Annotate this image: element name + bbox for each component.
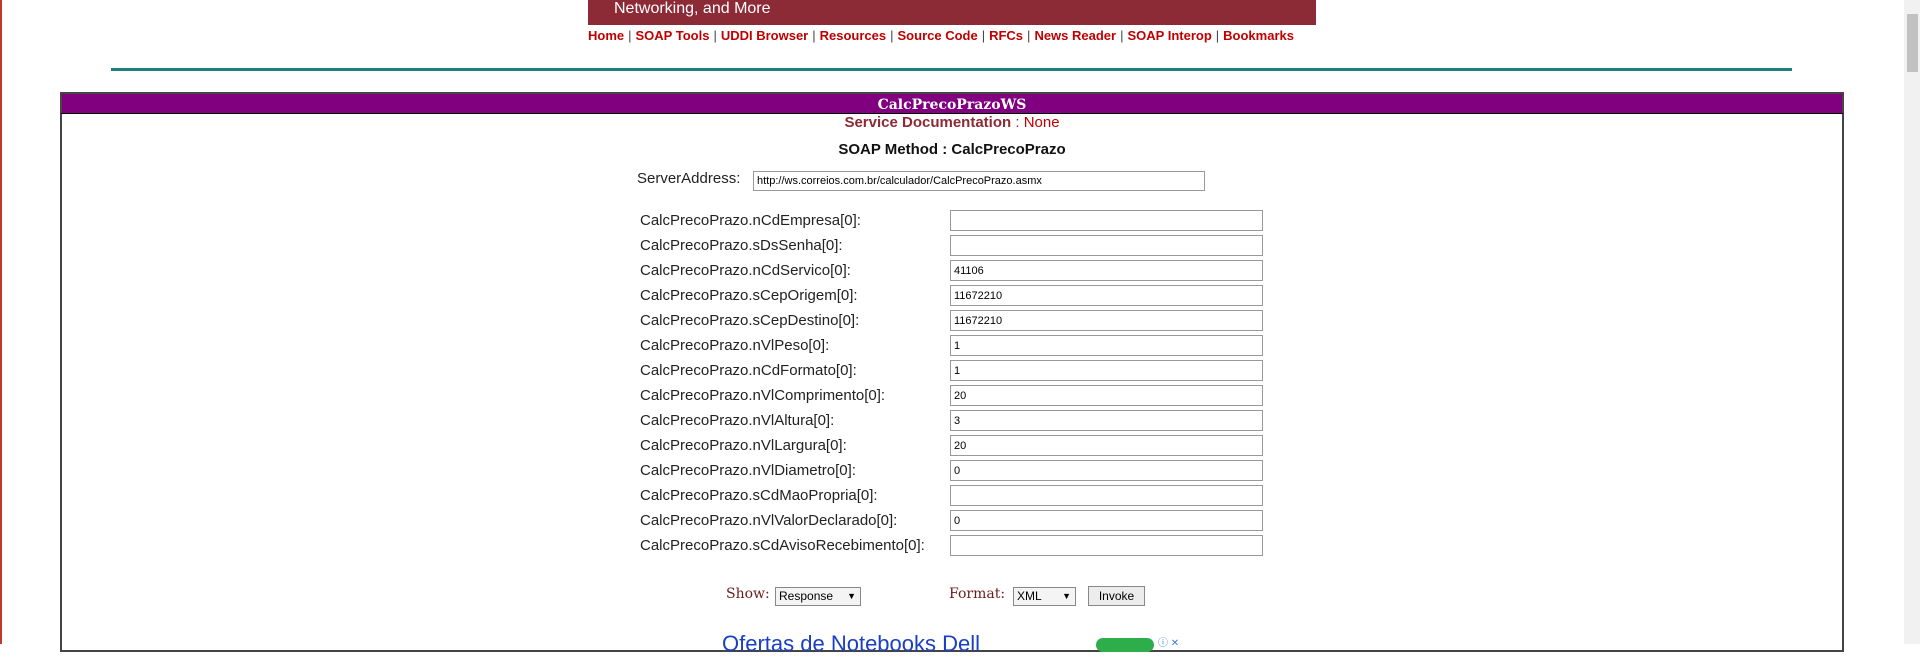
- scrollbar-thumb[interactable]: [1907, 14, 1918, 72]
- parameter-input[interactable]: [950, 210, 1263, 231]
- nav-separator: |: [981, 28, 986, 43]
- parameter-input[interactable]: [950, 310, 1263, 331]
- show-select-value: Response: [779, 589, 834, 603]
- top-navigation: Home | SOAP Tools | UDDI Browser | Resources | S…: [588, 28, 1316, 43]
- parameter-label: CalcPrecoPrazo.nVlLargura[0]:: [640, 437, 847, 454]
- show-select[interactable]: Response ▼: [775, 587, 861, 606]
- ad-link[interactable]: Ofertas de Notebooks Dell: [722, 631, 980, 657]
- service-documentation-separator: :: [1011, 114, 1024, 131]
- nav-separator: |: [1215, 28, 1220, 43]
- left-border: [0, 0, 2, 644]
- parameter-label: CalcPrecoPrazo.sCepOrigem[0]:: [640, 287, 858, 304]
- parameter-input[interactable]: [950, 535, 1263, 556]
- service-documentation: Service Documentation : None: [0, 114, 1904, 131]
- parameter-label: CalcPrecoPrazo.nVlAltura[0]:: [640, 412, 835, 429]
- format-label: Format:: [949, 586, 1006, 602]
- divider: [111, 68, 1792, 71]
- parameter-input[interactable]: [950, 460, 1263, 481]
- nav-separator: |: [713, 28, 717, 43]
- service-documentation-value: None: [1023, 114, 1060, 131]
- parameter-label: CalcPrecoPrazo.sDsSenha[0]:: [640, 237, 843, 254]
- parameter-input[interactable]: [950, 360, 1263, 381]
- service-title: CalcPrecoPrazoWS: [60, 92, 1844, 114]
- site-banner: Networking, and More: [588, 0, 1316, 25]
- nav-link-uddi-browser[interactable]: UDDI Browser: [721, 28, 808, 43]
- nav-link-resources[interactable]: Resources: [820, 28, 886, 43]
- chevron-down-icon: ▼: [847, 591, 856, 601]
- chevron-down-icon: ▼: [1062, 591, 1071, 601]
- parameter-label: CalcPrecoPrazo.nCdFormato[0]:: [640, 362, 857, 379]
- parameter-label: CalcPrecoPrazo.nVlValorDeclarado[0]:: [640, 512, 898, 529]
- nav-separator: |: [812, 28, 816, 43]
- vertical-scrollbar[interactable]: [1904, 0, 1920, 644]
- parameter-input[interactable]: [950, 260, 1263, 281]
- parameter-label: CalcPrecoPrazo.nVlDiametro[0]:: [640, 462, 856, 479]
- service-documentation-label: Service Documentation: [844, 114, 1012, 131]
- format-select[interactable]: XML ▼: [1013, 587, 1076, 606]
- nav-link-source-code[interactable]: Source Code: [898, 28, 978, 43]
- parameter-input[interactable]: [950, 385, 1263, 406]
- invoke-button[interactable]: Invoke: [1088, 586, 1145, 606]
- server-address-label: ServerAddress:: [637, 170, 741, 187]
- banner-text: Networking, and More: [614, 0, 771, 17]
- parameter-input[interactable]: [950, 435, 1263, 456]
- format-select-value: XML: [1017, 589, 1042, 603]
- parameter-label: CalcPrecoPrazo.sCepDestino[0]:: [640, 312, 860, 329]
- parameter-label: CalcPrecoPrazo.nCdEmpresa[0]:: [640, 212, 861, 229]
- nav-link-soap-tools[interactable]: SOAP Tools: [636, 28, 710, 43]
- nav-link-news-reader[interactable]: News Reader: [1034, 28, 1116, 43]
- server-address-row: ServerAddress:: [637, 170, 1205, 191]
- ad-button[interactable]: [1096, 638, 1154, 652]
- ad-info-icon[interactable]: ⓘ ✕: [1158, 634, 1179, 649]
- nav-link-bookmarks[interactable]: Bookmarks: [1223, 28, 1294, 43]
- parameter-label: CalcPrecoPrazo.nVlComprimento[0]:: [640, 387, 886, 404]
- parameter-input[interactable]: [950, 335, 1263, 356]
- parameter-input[interactable]: [950, 285, 1263, 306]
- parameter-label: CalcPrecoPrazo.sCdAvisoRecebimento[0]:: [640, 537, 925, 554]
- nav-separator: |: [890, 28, 894, 43]
- nav-link-rfcs[interactable]: RFCs: [989, 28, 1023, 43]
- parameter-label: CalcPrecoPrazo.sCdMaoPropria[0]:: [640, 487, 878, 504]
- parameter-input[interactable]: [950, 510, 1263, 531]
- soap-method-title: SOAP Method : CalcPrecoPrazo: [838, 141, 1066, 158]
- parameter-label: CalcPrecoPrazo.nVlPeso[0]:: [640, 337, 830, 354]
- show-label: Show:: [726, 586, 770, 602]
- parameter-input[interactable]: [950, 410, 1263, 431]
- nav-separator: |: [628, 28, 632, 43]
- server-address-input[interactable]: [753, 171, 1205, 191]
- nav-link-home[interactable]: Home: [588, 28, 624, 43]
- nav-separator: |: [1120, 28, 1124, 43]
- parameter-label: CalcPrecoPrazo.nCdServico[0]:: [640, 262, 851, 279]
- parameter-input[interactable]: [950, 485, 1263, 506]
- nav-separator: |: [1027, 28, 1031, 43]
- parameter-input[interactable]: [950, 235, 1263, 256]
- nav-link-soap-interop[interactable]: SOAP Interop: [1127, 28, 1211, 43]
